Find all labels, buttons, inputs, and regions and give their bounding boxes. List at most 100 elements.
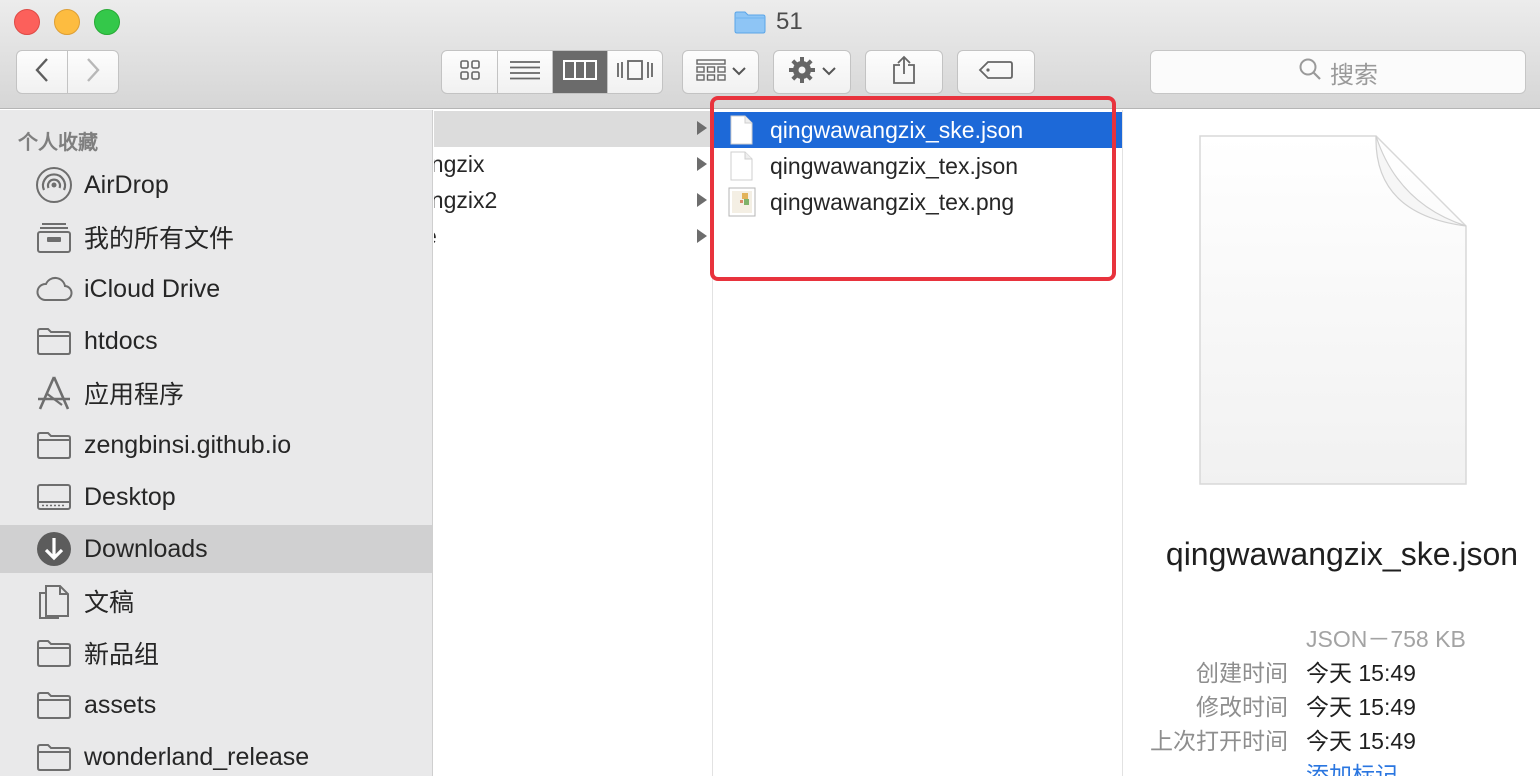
arrange-button[interactable] — [682, 50, 759, 94]
preview-modified-row: 修改时间 今天 15:49 — [1124, 688, 1540, 722]
json-file-icon — [728, 115, 754, 145]
search-placeholder: 搜索 — [1330, 61, 1378, 89]
tag-icon — [978, 60, 1014, 85]
sidebar-item-documents[interactable]: 文稿 — [0, 577, 432, 625]
sidebar-item-label: zengbinsi.github.io — [84, 430, 292, 459]
folder-icon — [734, 10, 766, 34]
sidebar-item-label: 新品组 — [84, 641, 160, 669]
search-field[interactable]: 搜索 — [1150, 50, 1526, 94]
json-file-icon — [728, 151, 754, 181]
all-files-icon — [35, 218, 73, 256]
list-icon — [509, 59, 541, 86]
sidebar-item-new-group[interactable]: 新品组 — [0, 629, 432, 677]
document-preview-icon — [1198, 134, 1468, 486]
forward-button[interactable] — [67, 51, 118, 93]
sidebar-item-label: Desktop — [84, 482, 176, 511]
sidebar-item-label: htdocs — [84, 326, 158, 355]
tag-button[interactable] — [957, 50, 1035, 94]
sidebar-item-label: AirDrop — [84, 170, 169, 199]
disclosure-arrow-icon — [697, 229, 707, 243]
sidebar-item-htdocs[interactable]: htdocs — [0, 317, 432, 365]
disclosure-arrow-icon — [697, 193, 707, 207]
sidebar-item-label: assets — [84, 690, 157, 719]
png-file-icon — [728, 187, 756, 217]
browser-column-parent: wawangzix wawangzix2 e — [434, 110, 713, 776]
folder-row[interactable]: wawangzix — [434, 147, 712, 183]
file-name: qingwawangzix_ske.json — [770, 117, 1024, 143]
close-window-button[interactable] — [14, 9, 40, 35]
folder-icon — [35, 634, 73, 672]
downloads-icon — [35, 530, 73, 568]
icon-view-button[interactable] — [442, 51, 497, 93]
preview-created-row: 创建时间 今天 15:49 — [1124, 654, 1540, 688]
folder-row-label: e — [434, 223, 437, 250]
sidebar-item-desktop[interactable]: Desktop — [0, 473, 432, 521]
last-opened-value: 今天 15:49 — [1306, 728, 1416, 754]
chevron-left-icon — [34, 57, 50, 88]
chevron-right-icon — [85, 57, 101, 88]
file-name: qingwawangzix_tex.json — [770, 153, 1019, 179]
file-row[interactable]: qingwawangzix_tex.png — [714, 184, 1122, 220]
sidebar-item-assets[interactable]: assets — [0, 681, 432, 729]
column-view-button[interactable] — [552, 51, 607, 93]
sidebar-item-label: wonderland_release — [84, 742, 310, 771]
disclosure-arrow-icon — [697, 121, 707, 135]
sidebar-item-all-my-files[interactable]: 我的所有文件 — [0, 213, 432, 261]
sidebar-item-airdrop[interactable]: AirDrop — [0, 161, 432, 209]
preview-last-opened-row: 上次打开时间 今天 15:49 — [1124, 722, 1540, 756]
file-row[interactable]: qingwawangzix_tex.json — [714, 148, 1122, 184]
cover-flow-icon — [616, 59, 654, 86]
sidebar-item-zengbinsi-github-io[interactable]: zengbinsi.github.io — [0, 421, 432, 469]
sidebar-item-downloads[interactable]: Downloads — [0, 525, 432, 573]
preview-file-name: qingwawangzix_ske.json — [1165, 536, 1519, 572]
sidebar-item-wonderland-release[interactable]: wonderland_release — [0, 733, 432, 776]
folder-icon — [35, 738, 73, 776]
applications-icon — [35, 374, 73, 412]
arrange-icon — [695, 58, 726, 86]
sidebar-item-label: Downloads — [84, 534, 208, 563]
file-row[interactable]: qingwawangzix_ske.json — [714, 112, 1122, 148]
grid-icon — [458, 59, 482, 86]
modified-value: 今天 15:49 — [1306, 694, 1416, 720]
window-title-label: 51 — [776, 8, 803, 35]
back-button[interactable] — [17, 51, 67, 93]
sidebar: 个人收藏 AirDrop 我的所有文件 iCloud Drive htdocs … — [0, 110, 433, 776]
cover-flow-view-button[interactable] — [607, 51, 662, 93]
window-title: 51 — [734, 7, 803, 37]
created-label: 创建时间 — [1196, 660, 1288, 686]
zoom-window-button[interactable] — [94, 9, 120, 35]
browser-column-files: qingwawangzix_ske.json qingwawangzix_tex… — [714, 110, 1123, 776]
view-mode-control — [441, 50, 663, 94]
sidebar-item-label: 应用程序 — [84, 381, 185, 409]
folder-row[interactable] — [434, 111, 712, 147]
columns-icon — [563, 59, 597, 86]
airdrop-icon — [35, 166, 73, 204]
folder-icon — [35, 322, 73, 360]
cloud-icon — [35, 270, 73, 308]
window-toolbar: 51 搜索 — [0, 0, 1540, 109]
sidebar-item-label: 文稿 — [84, 589, 135, 617]
sidebar-section-heading: 个人收藏 — [18, 132, 98, 154]
folder-row[interactable]: e — [434, 219, 712, 255]
add-tags-link[interactable]: 添加标记 — [1306, 756, 1398, 776]
list-view-button[interactable] — [497, 51, 552, 93]
share-icon — [891, 55, 917, 90]
share-button[interactable] — [865, 50, 943, 94]
sidebar-item-label: 我的所有文件 — [84, 225, 235, 253]
documents-icon — [35, 582, 73, 620]
sidebar-item-icloud-drive[interactable]: iCloud Drive — [0, 265, 432, 313]
action-button[interactable] — [773, 50, 851, 94]
chevron-down-icon — [731, 63, 746, 81]
minimize-window-button[interactable] — [54, 9, 80, 35]
chevron-down-icon — [822, 63, 836, 81]
last-opened-label: 上次打开时间 — [1150, 728, 1288, 754]
folder-row[interactable]: wawangzix2 — [434, 183, 712, 219]
disclosure-arrow-icon — [697, 157, 707, 171]
created-value: 今天 15:49 — [1306, 660, 1416, 686]
modified-label: 修改时间 — [1196, 694, 1288, 720]
navigation-buttons — [16, 50, 119, 94]
preview-pane: qingwawangzix_ske.json JSON－758 KB 创建时间 … — [1124, 110, 1540, 776]
sidebar-item-applications[interactable]: 应用程序 — [0, 369, 432, 417]
folder-row-label: wawangzix2 — [434, 187, 498, 213]
sidebar-item-label: iCloud Drive — [84, 274, 221, 303]
